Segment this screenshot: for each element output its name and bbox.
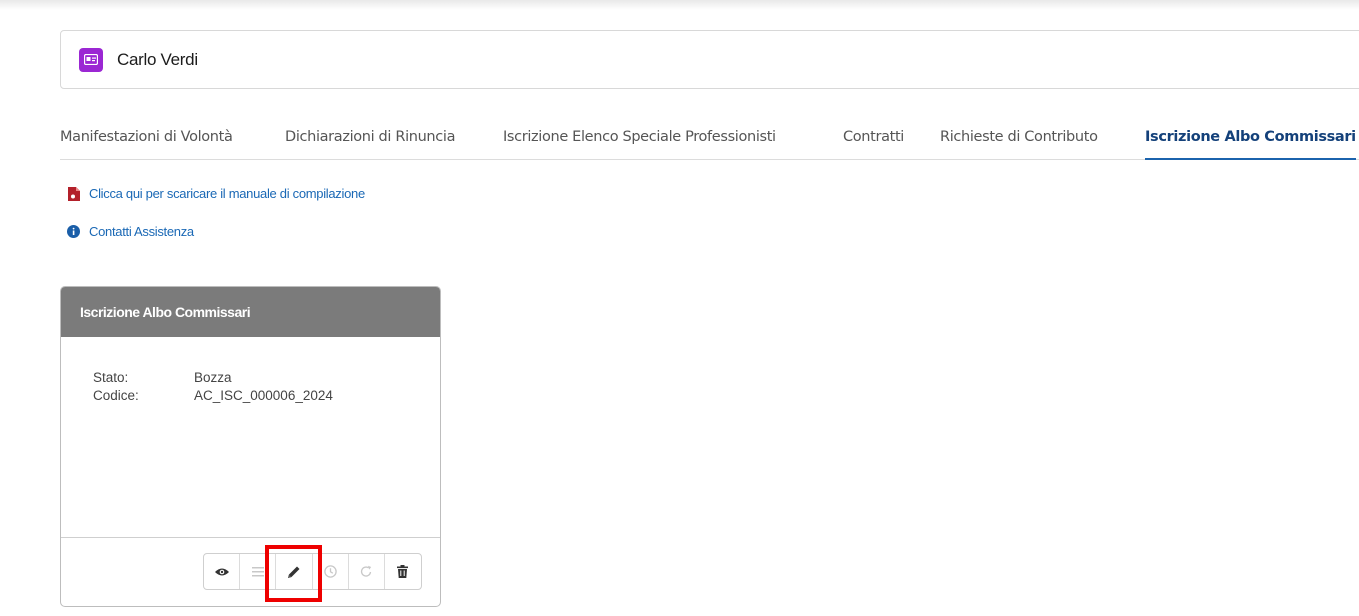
code-value: AC_ISC_000006_2024 — [194, 388, 333, 403]
code-field: Codice: AC_ISC_000006_2024 — [93, 388, 333, 403]
manual-download-link[interactable]: Clicca qui per scaricare il manuale di c… — [66, 186, 365, 201]
view-button[interactable] — [204, 554, 241, 589]
clock-icon — [323, 565, 337, 578]
card-action-toolbar — [203, 553, 422, 590]
id-card-icon — [79, 47, 103, 72]
tab-iscrizione-elenco[interactable]: Iscrizione Elenco Speciale Professionist… — [503, 118, 776, 160]
status-value: Bozza — [194, 370, 232, 385]
status-label: Stato: — [93, 370, 129, 385]
support-contacts-link[interactable]: Contatti Assistenza — [66, 224, 194, 239]
manual-download-label: Clicca qui per scaricare il manuale di c… — [89, 186, 365, 201]
redo-button[interactable] — [349, 554, 385, 589]
support-contacts-label: Contatti Assistenza — [89, 224, 194, 239]
details-button[interactable] — [240, 554, 277, 589]
card-footer — [61, 537, 440, 606]
list-icon — [251, 566, 264, 576]
tab-manifestazioni[interactable]: Manifestazioni di Volontà — [60, 118, 233, 160]
top-shadow — [0, 0, 1359, 10]
info-icon — [66, 225, 80, 239]
delete-button[interactable] — [385, 554, 421, 589]
edit-button[interactable] — [276, 554, 313, 589]
tab-bar: Manifestazioni di Volontà Dichiarazioni … — [60, 118, 1359, 160]
user-header: Carlo Verdi — [60, 30, 1359, 89]
card-body: Stato: Bozza Codice: AC_ISC_000006_2024 — [61, 337, 440, 537]
code-label: Codice: — [93, 388, 139, 403]
user-name: Carlo Verdi — [117, 49, 198, 69]
eye-icon — [214, 568, 229, 575]
trash-icon — [397, 565, 409, 578]
history-button[interactable] — [313, 554, 349, 589]
pdf-icon — [66, 186, 80, 201]
application-card: Iscrizione Albo Commissari Stato: Bozza C… — [60, 286, 441, 607]
tab-contratti[interactable]: Contratti — [843, 118, 904, 160]
card-title: Iscrizione Albo Commissari — [61, 287, 440, 337]
tab-richieste-contributo[interactable]: Richieste di Contributo — [940, 118, 1098, 160]
pencil-icon — [287, 566, 300, 578]
status-field: Stato: Bozza — [93, 370, 232, 385]
redo-icon — [360, 565, 371, 577]
tab-iscrizione-albo[interactable]: Iscrizione Albo Commissari — [1145, 118, 1356, 160]
tab-dichiarazioni[interactable]: Dichiarazioni di Rinuncia — [285, 118, 455, 160]
